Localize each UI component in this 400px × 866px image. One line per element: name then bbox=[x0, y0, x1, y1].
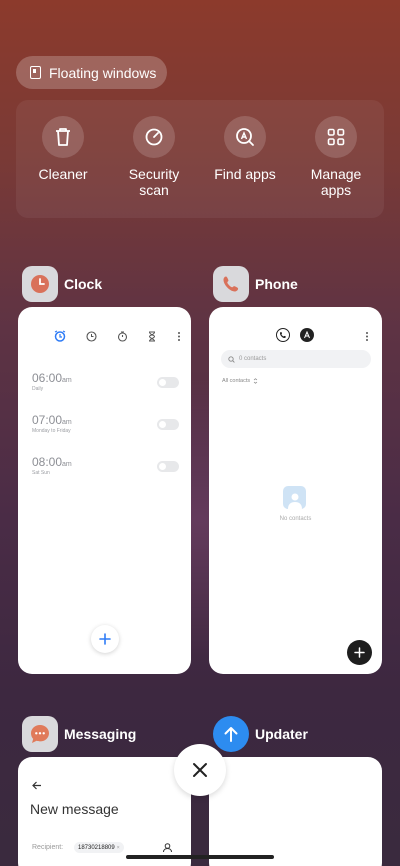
clock-app-card[interactable]: 06:00am Daily 07:00am Monday to Friday 0… bbox=[18, 307, 191, 674]
more-options-icon[interactable] bbox=[177, 331, 181, 342]
recipient-chip[interactable]: 18730218809 × bbox=[74, 842, 124, 853]
messaging-app-card[interactable]: New message Recipient: 18730218809 × bbox=[18, 757, 191, 866]
alarm-row[interactable]: 06:00am Daily bbox=[32, 371, 179, 401]
contacts-search-input[interactable]: 0 contacts bbox=[221, 350, 371, 368]
phone-app-name: Phone bbox=[255, 276, 298, 292]
contacts-filter-dropdown[interactable]: All contacts bbox=[222, 378, 258, 384]
alarm-icon[interactable] bbox=[54, 330, 66, 342]
alarm-repeat: Monday to Friday bbox=[32, 428, 71, 434]
phone-app-icon bbox=[213, 266, 249, 302]
stopwatch-icon[interactable] bbox=[117, 330, 128, 342]
close-icon bbox=[193, 763, 207, 777]
home-indicator[interactable] bbox=[126, 855, 274, 859]
cleaner-label: Cleaner bbox=[38, 166, 88, 182]
messaging-app-name: Messaging bbox=[64, 726, 137, 742]
messaging-app-header[interactable]: Messaging bbox=[22, 716, 136, 752]
contacts-tab-icon[interactable] bbox=[300, 328, 314, 342]
contacts-filter-label: All contacts bbox=[222, 378, 251, 384]
find-apps-button[interactable]: Find apps bbox=[200, 116, 290, 182]
floating-windows-label: Floating windows bbox=[49, 64, 157, 81]
messaging-app-icon bbox=[22, 716, 58, 752]
new-message-title: New message bbox=[30, 801, 119, 817]
alarm-repeat: Sat Sun bbox=[32, 470, 50, 476]
security-scan-icon bbox=[133, 116, 175, 158]
alarm-repeat: Daily bbox=[32, 386, 44, 392]
quick-tools-panel: Cleaner Security scan Find apps Manage a… bbox=[16, 100, 384, 218]
cleaner-button[interactable]: Cleaner bbox=[18, 116, 108, 182]
recipient-value: 18730218809 bbox=[78, 844, 115, 851]
remove-recipient-icon[interactable]: × bbox=[117, 845, 120, 851]
timer-icon[interactable] bbox=[147, 331, 157, 342]
grid-icon bbox=[315, 116, 357, 158]
updater-app-name: Updater bbox=[255, 726, 308, 742]
clock-app-header[interactable]: Clock bbox=[22, 266, 102, 302]
security-scan-label: Security scan bbox=[128, 166, 180, 198]
more-options-icon[interactable] bbox=[365, 331, 369, 342]
clock-app-icon bbox=[22, 266, 58, 302]
alarm-toggle[interactable] bbox=[157, 419, 179, 430]
manage-apps-button[interactable]: Manage apps bbox=[291, 116, 381, 198]
empty-contacts-icon bbox=[283, 486, 306, 509]
close-all-button[interactable] bbox=[174, 744, 226, 796]
updater-app-header[interactable]: Updater bbox=[213, 716, 308, 752]
chevron-updown-icon bbox=[253, 378, 258, 384]
recipient-label: Recipient: bbox=[32, 844, 64, 851]
manage-apps-label: Manage apps bbox=[310, 166, 362, 198]
contact-picker-icon[interactable] bbox=[162, 842, 173, 853]
updater-app-icon bbox=[213, 716, 249, 752]
search-icon bbox=[228, 355, 235, 363]
phone-app-card[interactable]: 0 contacts All contacts No contacts bbox=[209, 307, 382, 674]
phone-tab-icon[interactable] bbox=[276, 328, 290, 342]
clock-app-name: Clock bbox=[64, 276, 103, 292]
alarm-toggle[interactable] bbox=[157, 377, 179, 388]
security-scan-button[interactable]: Security scan bbox=[109, 116, 199, 198]
contacts-search-placeholder: 0 contacts bbox=[239, 356, 267, 362]
updater-app-card[interactable] bbox=[209, 757, 382, 866]
find-apps-icon bbox=[224, 116, 266, 158]
floating-window-icon bbox=[30, 66, 41, 79]
floating-windows-button[interactable]: Floating windows bbox=[16, 56, 167, 89]
add-alarm-button[interactable] bbox=[91, 625, 119, 653]
alarm-toggle[interactable] bbox=[157, 461, 179, 472]
plus-icon bbox=[99, 633, 111, 645]
plus-icon bbox=[354, 647, 365, 658]
add-contact-button[interactable] bbox=[347, 640, 372, 665]
no-contacts-text: No contacts bbox=[279, 516, 312, 522]
world-clock-icon[interactable] bbox=[86, 330, 97, 342]
alarm-row[interactable]: 07:00am Monday to Friday bbox=[32, 413, 179, 443]
find-apps-label: Find apps bbox=[214, 166, 276, 182]
back-arrow-icon[interactable] bbox=[32, 781, 42, 790]
phone-app-header[interactable]: Phone bbox=[213, 266, 298, 302]
alarm-row[interactable]: 08:00am Sat Sun bbox=[32, 455, 179, 485]
trash-icon bbox=[42, 116, 84, 158]
